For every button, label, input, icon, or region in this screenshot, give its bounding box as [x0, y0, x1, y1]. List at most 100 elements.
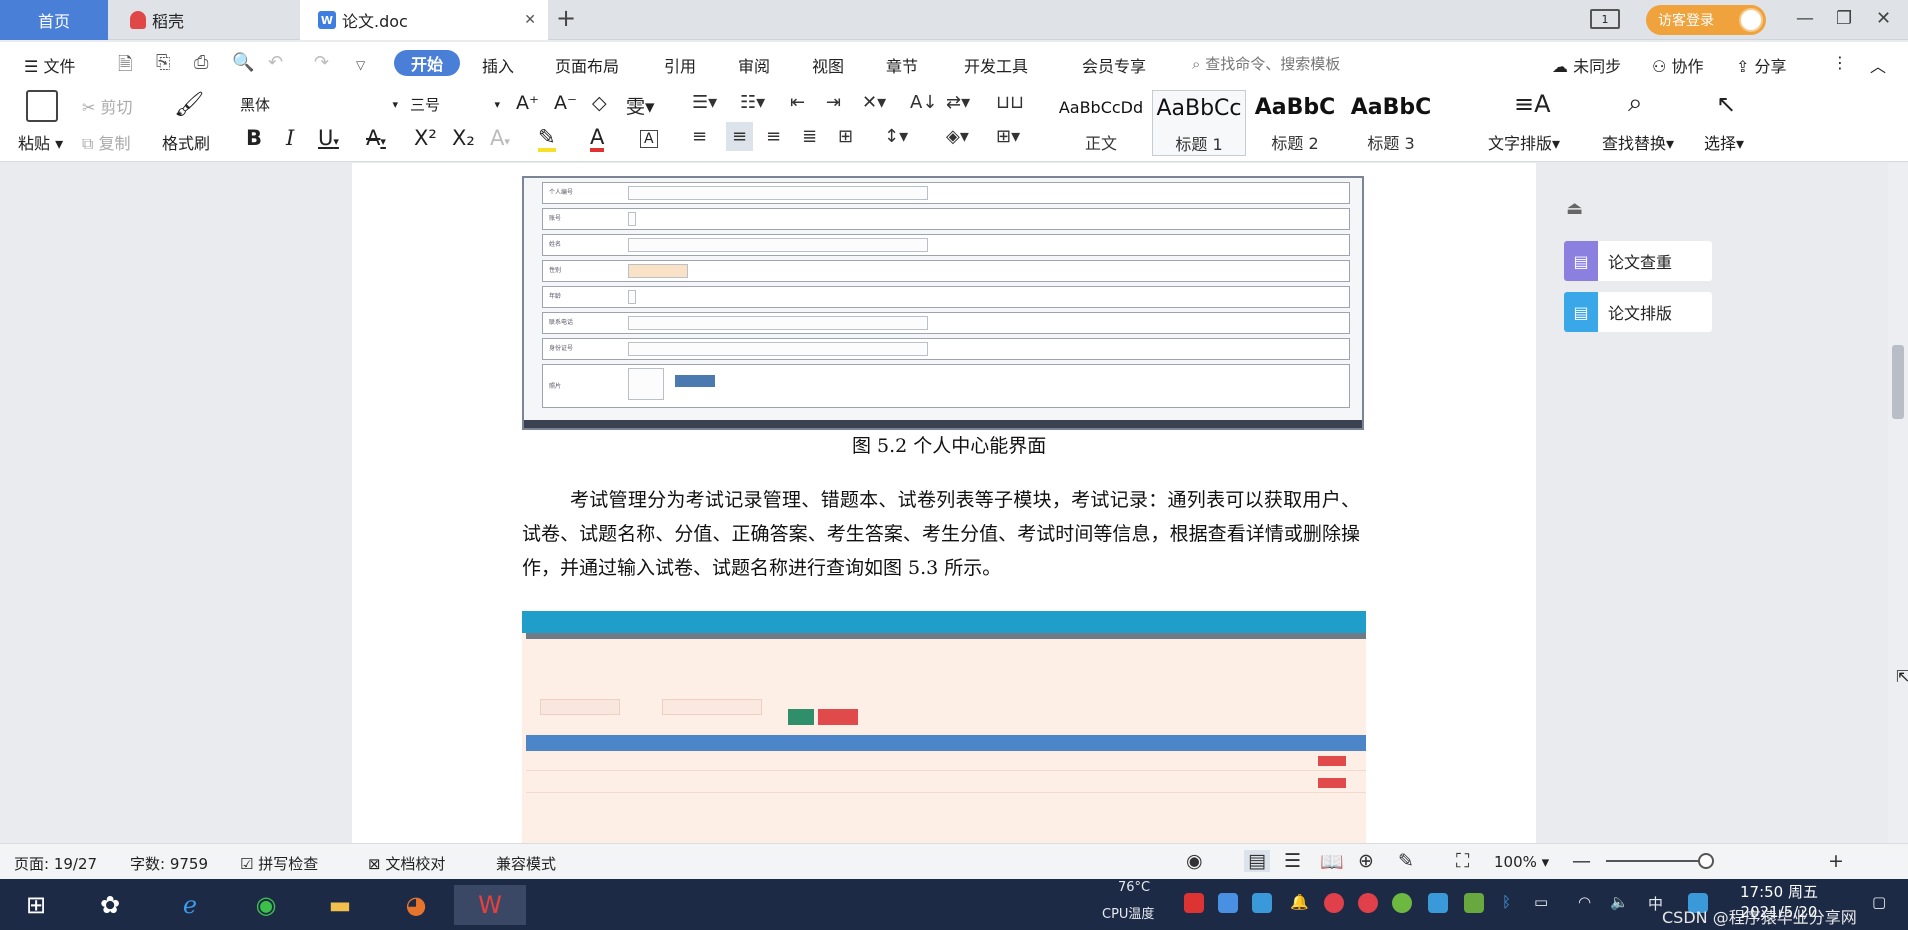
collapse-ribbon-icon[interactable]: ︿ [1870, 53, 1886, 77]
internet-explorer-icon[interactable]: ℯ [168, 885, 212, 925]
scrollbar-thumb[interactable] [1892, 345, 1904, 419]
tray-app-icon[interactable] [1218, 893, 1238, 913]
nvidia-icon[interactable] [1464, 893, 1484, 913]
chinese-layout-icon[interactable]: ✕▾ [862, 92, 886, 113]
char-border-icon[interactable]: A [640, 130, 658, 148]
style-normal[interactable]: AaBbCcDd 正文 [1054, 90, 1148, 156]
tab-view[interactable]: 视图 [812, 53, 844, 77]
side-panel-collapse-icon[interactable]: ⏏ [1566, 198, 1583, 219]
browser-icon[interactable]: ◉ [244, 885, 288, 925]
copy-button[interactable]: ⧉ 复制 [82, 130, 131, 154]
sync-status[interactable]: ☁ 未同步 [1552, 53, 1621, 77]
line-spacing-icon[interactable]: ↕▾ [884, 126, 908, 147]
increase-indent-icon[interactable]: ⇥ [826, 92, 841, 113]
undo-icon[interactable]: ↶ [268, 52, 283, 73]
zoom-out-icon[interactable]: — [1572, 850, 1591, 872]
justify-icon[interactable]: ≣ [802, 126, 817, 147]
print-preview-icon[interactable]: 🔍 [232, 52, 254, 73]
media-app-icon[interactable]: ◕ [394, 885, 438, 925]
notification-icon[interactable]: ▢ [1872, 893, 1886, 911]
select-button[interactable]: 选择▾ [1704, 130, 1744, 154]
tab-developer[interactable]: 开发工具 [964, 53, 1028, 77]
grow-font-icon[interactable]: A⁺ [516, 92, 539, 114]
align-center-icon[interactable]: ≡ [726, 122, 754, 151]
close-icon[interactable]: ✕ [524, 12, 536, 28]
tray-app-icon[interactable] [1184, 893, 1204, 913]
distribute-icon[interactable]: ⊞ [838, 126, 853, 147]
spell-check-button[interactable]: ☑ 拼写检查 [240, 853, 318, 874]
bell-icon[interactable]: 🔔 [1290, 893, 1309, 911]
outline-view-icon[interactable]: ☰ [1284, 850, 1301, 872]
fit-page-icon[interactable]: ⛶ [1456, 850, 1469, 872]
thesis-check-button[interactable]: ▤ 论文查重 [1564, 241, 1712, 281]
font-name-select[interactable]: 黑体 ▾ [240, 94, 404, 118]
battery-icon[interactable]: ▭ [1534, 893, 1548, 911]
window-layout-icon[interactable]: 1 [1590, 9, 1620, 29]
bold-icon[interactable]: B [246, 126, 262, 150]
proofread-button[interactable]: ⊠ 文档校对 [368, 853, 445, 874]
tab-chapter[interactable]: 章节 [886, 53, 918, 77]
input-method[interactable]: 中 [1648, 893, 1663, 914]
find-replace-button[interactable]: 查找替换▾ [1602, 130, 1674, 154]
italic-icon[interactable]: I [286, 126, 294, 150]
wifi-icon[interactable]: ◠ [1578, 893, 1591, 911]
underline-icon[interactable]: U▾ [318, 126, 339, 150]
new-tab-plus-icon[interactable]: + [556, 4, 576, 32]
zoom-in-icon[interactable]: + [1828, 850, 1844, 872]
app-icon[interactable]: ✿ [88, 885, 132, 925]
reading-view-icon[interactable]: 📖 [1320, 850, 1344, 873]
qq-icon[interactable] [1324, 893, 1344, 913]
minimize-icon[interactable]: — [1796, 8, 1814, 29]
cut-button[interactable]: ✂ 剪切 [82, 94, 133, 118]
bullet-list-icon[interactable]: ☰▾ [692, 92, 717, 113]
font-size-select[interactable]: 三号 ▾ [410, 94, 506, 118]
shrink-font-icon[interactable]: A⁻ [554, 92, 577, 114]
visitor-login-button[interactable]: 访客登录 [1646, 5, 1766, 35]
tab-document[interactable]: W 论文.doc ✕ [300, 0, 548, 40]
collaborate-button[interactable]: ⚇ 协作 [1652, 53, 1703, 77]
subscript-icon[interactable]: X₂ [452, 126, 475, 150]
bluetooth-icon[interactable]: ᛒ [1502, 893, 1511, 911]
tab-insert[interactable]: 插入 [482, 53, 514, 77]
file-menu[interactable]: ☰ 文件 [24, 53, 75, 77]
word-count[interactable]: 字数: 9759 [130, 853, 208, 874]
tray-app-icon[interactable] [1428, 893, 1448, 913]
numbered-list-icon[interactable]: ☷▾ [740, 92, 765, 113]
tray-app-icon[interactable] [1392, 893, 1412, 913]
style-heading-2[interactable]: AaBbC 标题 2 [1248, 90, 1342, 156]
format-painter-button[interactable]: 格式刷 [162, 130, 210, 154]
tab-review[interactable]: 审阅 [738, 53, 770, 77]
zoom-slider-knob[interactable] [1698, 853, 1714, 869]
tab-daoke[interactable]: 稻壳 [108, 0, 298, 40]
sort-icon[interactable]: ⇄▾ [946, 92, 970, 113]
vertical-scrollbar[interactable] [1888, 163, 1908, 843]
share-button[interactable]: ⇪ 分享 [1736, 53, 1787, 77]
close-window-icon[interactable]: ✕ [1876, 8, 1891, 29]
qq-icon[interactable] [1358, 893, 1378, 913]
text-direction-icon[interactable]: A↓ [910, 92, 937, 113]
page-indicator[interactable]: 页面: 19/27 [14, 853, 97, 874]
web-view-icon[interactable]: ⊕ [1358, 850, 1374, 872]
paste-button[interactable]: 粘贴 ▾ [18, 130, 63, 154]
style-heading-3[interactable]: AaBbC 标题 3 [1344, 90, 1438, 156]
show-marks-icon[interactable]: ⊔⊔ [996, 92, 1024, 113]
text-effect-icon[interactable]: A▾ [490, 126, 510, 150]
tab-home[interactable]: 首页 [0, 0, 108, 40]
paste-icon[interactable] [26, 90, 58, 122]
tab-start[interactable]: 开始 [394, 50, 460, 76]
redo-icon[interactable]: ↷ [314, 52, 329, 73]
decrease-indent-icon[interactable]: ⇤ [790, 92, 805, 113]
volume-icon[interactable]: 🔈 [1610, 893, 1629, 911]
superscript-icon[interactable]: X² [414, 126, 437, 150]
eye-protection-icon[interactable]: ◉ [1186, 850, 1203, 872]
tab-member[interactable]: 会员专享 [1082, 53, 1146, 77]
tab-references[interactable]: 引用 [664, 53, 696, 77]
page-view-icon[interactable]: ▤ [1244, 850, 1270, 872]
highlight-icon[interactable]: ✎ [538, 126, 556, 152]
write-mode-icon[interactable]: ✎ [1398, 850, 1414, 872]
restore-icon[interactable]: ❐ [1836, 8, 1852, 29]
align-right-icon[interactable]: ≡ [766, 126, 781, 147]
windows-start-icon[interactable]: ⊞ [14, 885, 58, 925]
borders-icon[interactable]: ⊞▾ [996, 126, 1020, 147]
wps-taskbar-icon[interactable]: W [454, 885, 526, 925]
